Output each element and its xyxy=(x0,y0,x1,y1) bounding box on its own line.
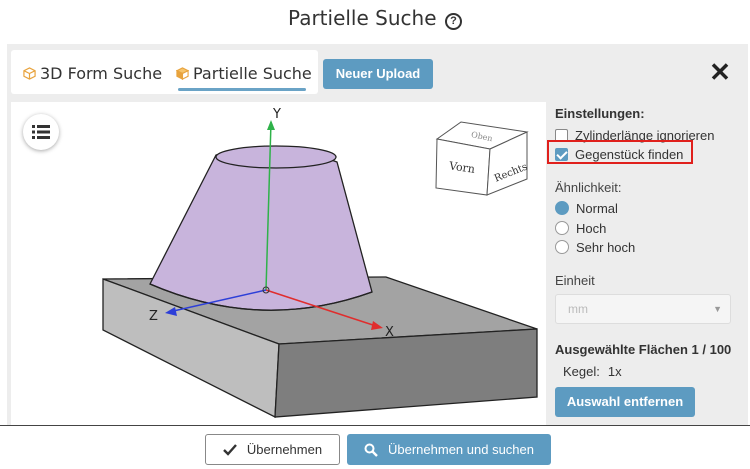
tab-3d-form-search[interactable]: 3D Form Suche xyxy=(23,64,162,83)
z-axis-label: Z xyxy=(149,309,158,324)
model-canvas: Y X Z Oben Vorn Rechts xyxy=(102,107,538,419)
tab-bar: 3D Form Suche Partielle Suche xyxy=(11,50,318,94)
similarity-normal-option[interactable]: Normal xyxy=(555,199,618,217)
chevron-down-icon: ▼ xyxy=(713,304,722,314)
title-bar: Partielle Suche ? xyxy=(0,0,750,38)
unit-value: mm xyxy=(568,302,588,316)
apply-button[interactable]: Übernehmen xyxy=(205,434,340,465)
base-block-right xyxy=(274,328,538,418)
similarity-very-high-radio[interactable] xyxy=(555,240,569,254)
tab-label: Partielle Suche xyxy=(193,64,312,83)
cone-top xyxy=(215,145,337,169)
x-axis-label: X xyxy=(385,325,394,340)
apply-and-search-button[interactable]: Übernehmen und suchen xyxy=(347,434,551,465)
active-tab-indicator xyxy=(178,88,306,91)
apply-label: Übernehmen xyxy=(246,442,323,457)
tab-partial-search[interactable]: Partielle Suche xyxy=(176,64,312,83)
radio-label: Sehr hoch xyxy=(576,239,636,255)
similarity-very-high-option[interactable]: Sehr hoch xyxy=(555,238,635,256)
settings-panel: Einstellungen: Zylinderlänge ignorieren … xyxy=(547,102,748,430)
cube-icon xyxy=(176,67,189,80)
unit-label: Einheit xyxy=(555,273,595,288)
apply-and-search-label: Übernehmen und suchen xyxy=(388,442,534,457)
cone-surface[interactable] xyxy=(149,147,373,311)
face-name: Kegel: xyxy=(563,364,600,379)
page-title: Partielle Suche xyxy=(288,6,437,30)
find-counterpart-option[interactable]: Gegenstück finden xyxy=(555,145,683,163)
cube-icon xyxy=(23,67,36,80)
find-counterpart-checkbox[interactable] xyxy=(555,147,568,161)
y-axis-label: Y xyxy=(272,107,281,122)
similarity-normal-radio[interactable] xyxy=(555,201,569,215)
face-count: 1x xyxy=(607,364,622,379)
check-icon xyxy=(223,443,237,456)
new-upload-button[interactable]: Neuer Upload xyxy=(323,59,433,89)
settings-heading: Einstellungen: xyxy=(555,106,645,121)
close-icon[interactable]: ✕ xyxy=(707,59,733,86)
view-cube[interactable]: Oben Vorn Rechts xyxy=(435,121,529,196)
search-panel: 3D Form Suche Partielle Suche Neuer Uplo… xyxy=(7,44,748,430)
selected-faces-heading: Ausgewählte Flächen 1 / 100 xyxy=(555,342,732,357)
radio-label: Normal xyxy=(576,200,618,216)
footer-bar: Übernehmen Übernehmen und suchen xyxy=(0,425,750,469)
similarity-high-radio[interactable] xyxy=(555,221,569,235)
tab-label: 3D Form Suche xyxy=(40,64,163,83)
selected-face-item: Kegel: 1x xyxy=(563,364,622,379)
search-icon xyxy=(364,443,378,457)
unit-select[interactable]: mm ▼ xyxy=(555,294,731,324)
radio-label: Hoch xyxy=(576,220,607,236)
option-label: Gegenstück finden xyxy=(575,146,684,162)
remove-selection-button[interactable]: Auswahl entfernen xyxy=(555,387,695,417)
similarity-label: Ähnlichkeit: xyxy=(555,180,622,195)
similarity-high-option[interactable]: Hoch xyxy=(555,219,606,237)
3d-viewport[interactable]: Y X Z Oben Vorn Rechts xyxy=(11,102,546,430)
help-icon[interactable]: ? xyxy=(444,13,462,30)
